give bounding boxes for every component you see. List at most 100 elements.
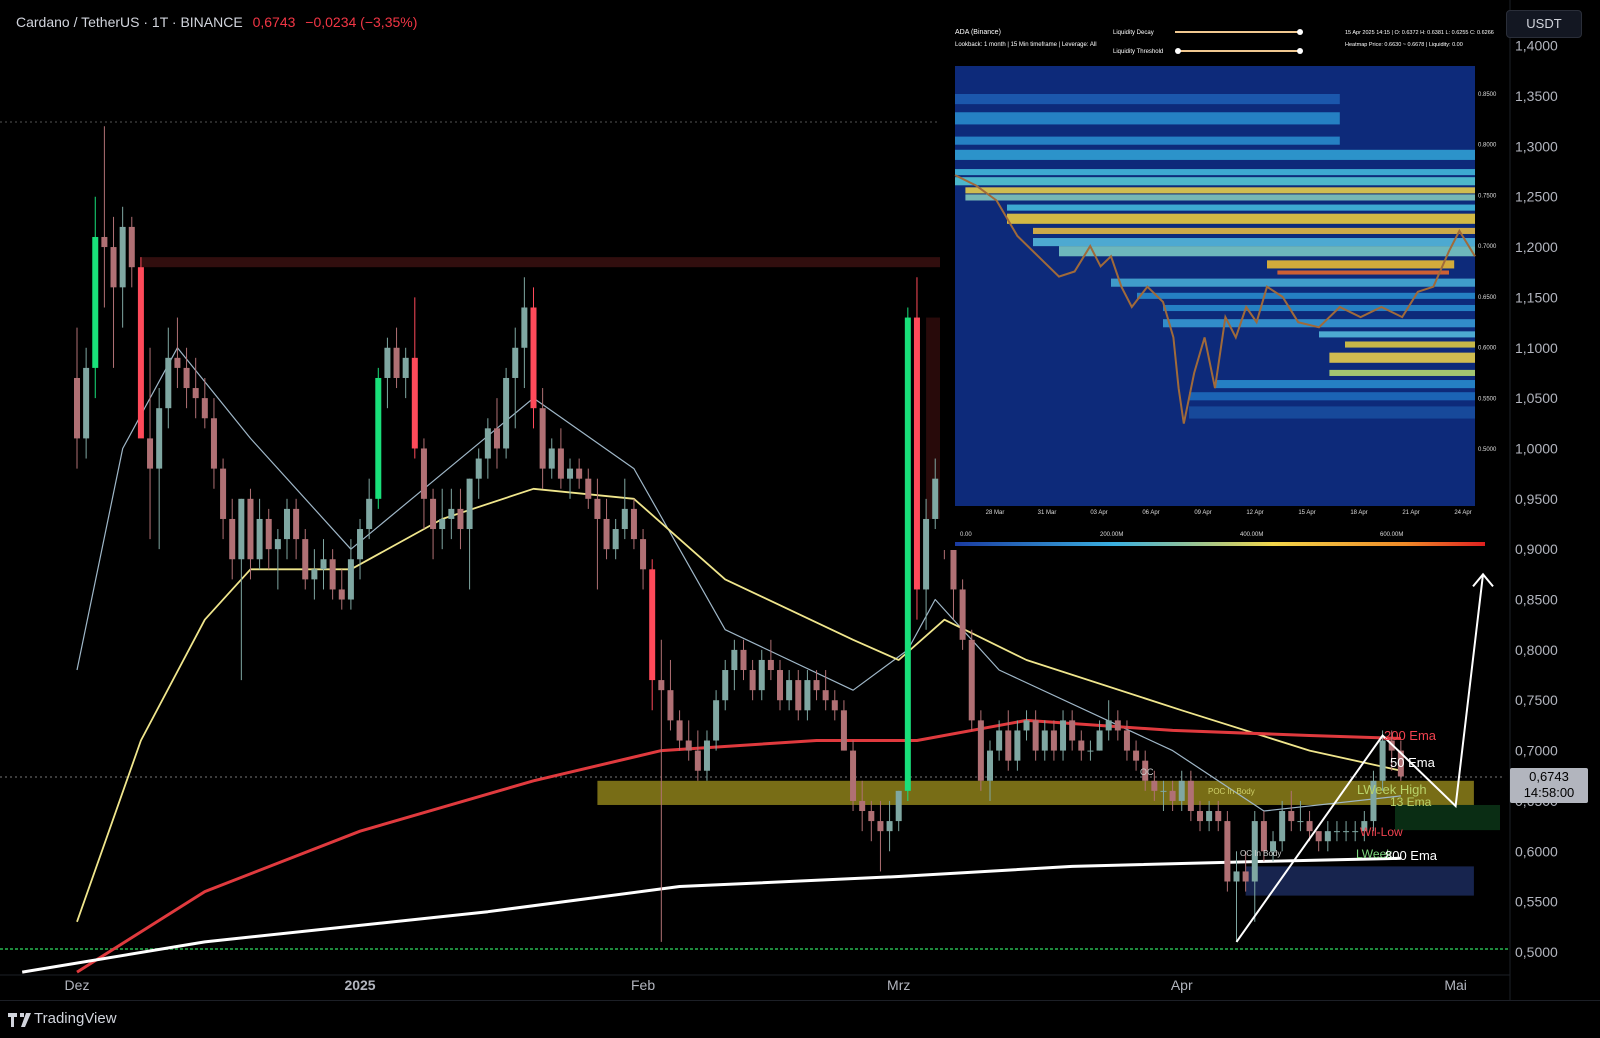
heatmap-band — [955, 169, 1475, 176]
price-tick-label: 0,5000 — [1515, 944, 1558, 960]
heatmap-band — [1007, 213, 1475, 224]
liquidity-threshold-handle-min — [1175, 48, 1181, 54]
price-tick-label: 0,9500 — [1515, 491, 1558, 507]
time-tick-label: 2025 — [344, 977, 375, 993]
candle-body — [786, 680, 793, 701]
price-chart[interactable]: 200 Ema50 EmaLWeek High13 EmaWil-LowLWee… — [0, 0, 1600, 1000]
liquidity-heatmap-inset: 0.8500 0.8000 0.7500 0.7000 0.6500 0.6000 0.55… — [940, 22, 1502, 550]
candle-body — [740, 649, 747, 671]
candle-body — [366, 498, 373, 530]
heatmap-info-line-1: 15 Apr 2025 14:15 | O: 0.6372 H: 0.6381 … — [1345, 30, 1494, 36]
candle-body — [594, 498, 601, 519]
candle-body — [338, 589, 345, 600]
candle-body — [1041, 730, 1048, 751]
heatmap-band — [955, 149, 1475, 160]
candle-body — [567, 468, 574, 479]
heatmap-band — [1059, 246, 1475, 257]
price-axis[interactable]: 1,4000 1,3500 1,3000 1,2500 1,2000 1,1500 1,10… — [1515, 38, 1558, 960]
candle-body — [137, 267, 144, 439]
tradingview-brand[interactable]: TradingView — [34, 1010, 117, 1027]
price-tick-label: 1,0500 — [1515, 390, 1558, 406]
price-tick-label: 1,0000 — [1515, 440, 1558, 456]
heatmap-y-tick: 0.5000 — [1478, 447, 1497, 453]
heatmap-x-tick: 15 Apr — [1298, 510, 1315, 516]
heatmap-band — [1163, 304, 1475, 312]
candle-body — [804, 680, 811, 711]
candle-body — [329, 559, 336, 590]
last-price-tag-value: 0,6743 — [1529, 769, 1569, 784]
candle-body — [1078, 740, 1085, 751]
time-axis[interactable]: Dez 2025 Feb Mrz Apr Mai — [65, 977, 1467, 993]
heatmap-band — [1329, 352, 1475, 363]
candle-body — [1069, 720, 1076, 741]
heatmap-x-tick: 31 Mar — [1038, 510, 1057, 516]
currency-button[interactable]: USDT — [1506, 10, 1582, 38]
candle-body — [457, 508, 464, 530]
candle-body — [1224, 821, 1231, 882]
candle-body — [192, 388, 199, 399]
last-price-tag: 0,6743 14:58:00 — [1510, 768, 1588, 803]
heatmap-band — [1189, 392, 1475, 401]
candle-body — [1315, 831, 1322, 842]
heatmap-band — [1329, 369, 1475, 376]
colorbar-tick: 0.00 — [960, 532, 972, 538]
candle-body — [1242, 871, 1249, 882]
candle-body — [147, 438, 154, 469]
price-tick-label: 0,5500 — [1515, 894, 1558, 910]
candle-body — [393, 347, 400, 378]
candle-body — [1087, 750, 1094, 752]
candle-body — [886, 821, 893, 832]
candle-body — [667, 690, 674, 721]
annotation-label: 200 Ema — [1384, 728, 1437, 743]
candle-body — [923, 518, 930, 590]
heatmap-band — [1345, 341, 1475, 348]
heatmap-colorbar — [955, 542, 1485, 546]
time-tick-label: Feb — [631, 977, 655, 993]
heatmap-y-tick: 0.7500 — [1478, 193, 1497, 199]
candle-body — [685, 740, 692, 751]
candle-body — [795, 680, 802, 711]
heatmap-band — [1277, 270, 1449, 275]
candle-body — [1379, 740, 1386, 781]
candle-body — [357, 529, 364, 560]
tradingview-logo-icon[interactable] — [8, 1013, 32, 1027]
candle-body — [1288, 811, 1295, 822]
candle-body — [640, 539, 647, 570]
candle-body — [703, 740, 710, 771]
price-tick-label: 1,3000 — [1515, 138, 1558, 154]
heatmap-y-tick: 0.8000 — [1478, 143, 1497, 149]
liquidity-decay-handle — [1297, 29, 1303, 35]
candle-body — [895, 790, 902, 822]
price-tick-label: 0,8500 — [1515, 592, 1558, 608]
candle-body — [430, 498, 437, 530]
candle-body — [950, 549, 957, 590]
heatmap-band — [1189, 406, 1475, 419]
colorbar-tick: 600.00M — [1380, 532, 1403, 538]
candle-body — [1206, 811, 1213, 822]
candle-body — [777, 670, 784, 701]
candle-body — [868, 811, 875, 822]
price-tick-label: 0,6000 — [1515, 843, 1558, 859]
candle-body — [1260, 821, 1267, 852]
candle-body — [603, 518, 610, 550]
annotation-label: 13 Ema — [1390, 795, 1432, 809]
candle-body — [1187, 780, 1194, 812]
footer-bar: TradingView — [0, 1000, 1600, 1038]
candle-body — [612, 529, 619, 550]
candle-body — [758, 659, 765, 691]
heatmap-y-tick: 0.5500 — [1478, 396, 1497, 402]
candle-body — [1178, 780, 1185, 801]
candle-body — [557, 448, 564, 479]
candle-body — [420, 448, 427, 499]
heatmap-y-tick: 0.6000 — [1478, 346, 1497, 352]
candle-body — [411, 357, 418, 449]
candle-body — [1023, 720, 1030, 731]
candle-body — [585, 478, 592, 499]
candle-body — [621, 508, 628, 530]
candle-body — [1297, 821, 1304, 823]
heatmap-y-tick: 0.6500 — [1478, 295, 1497, 301]
candle-body — [265, 518, 272, 550]
candle-body — [1050, 730, 1057, 751]
heatmap-band — [955, 112, 1340, 125]
candle-body — [1096, 730, 1103, 751]
